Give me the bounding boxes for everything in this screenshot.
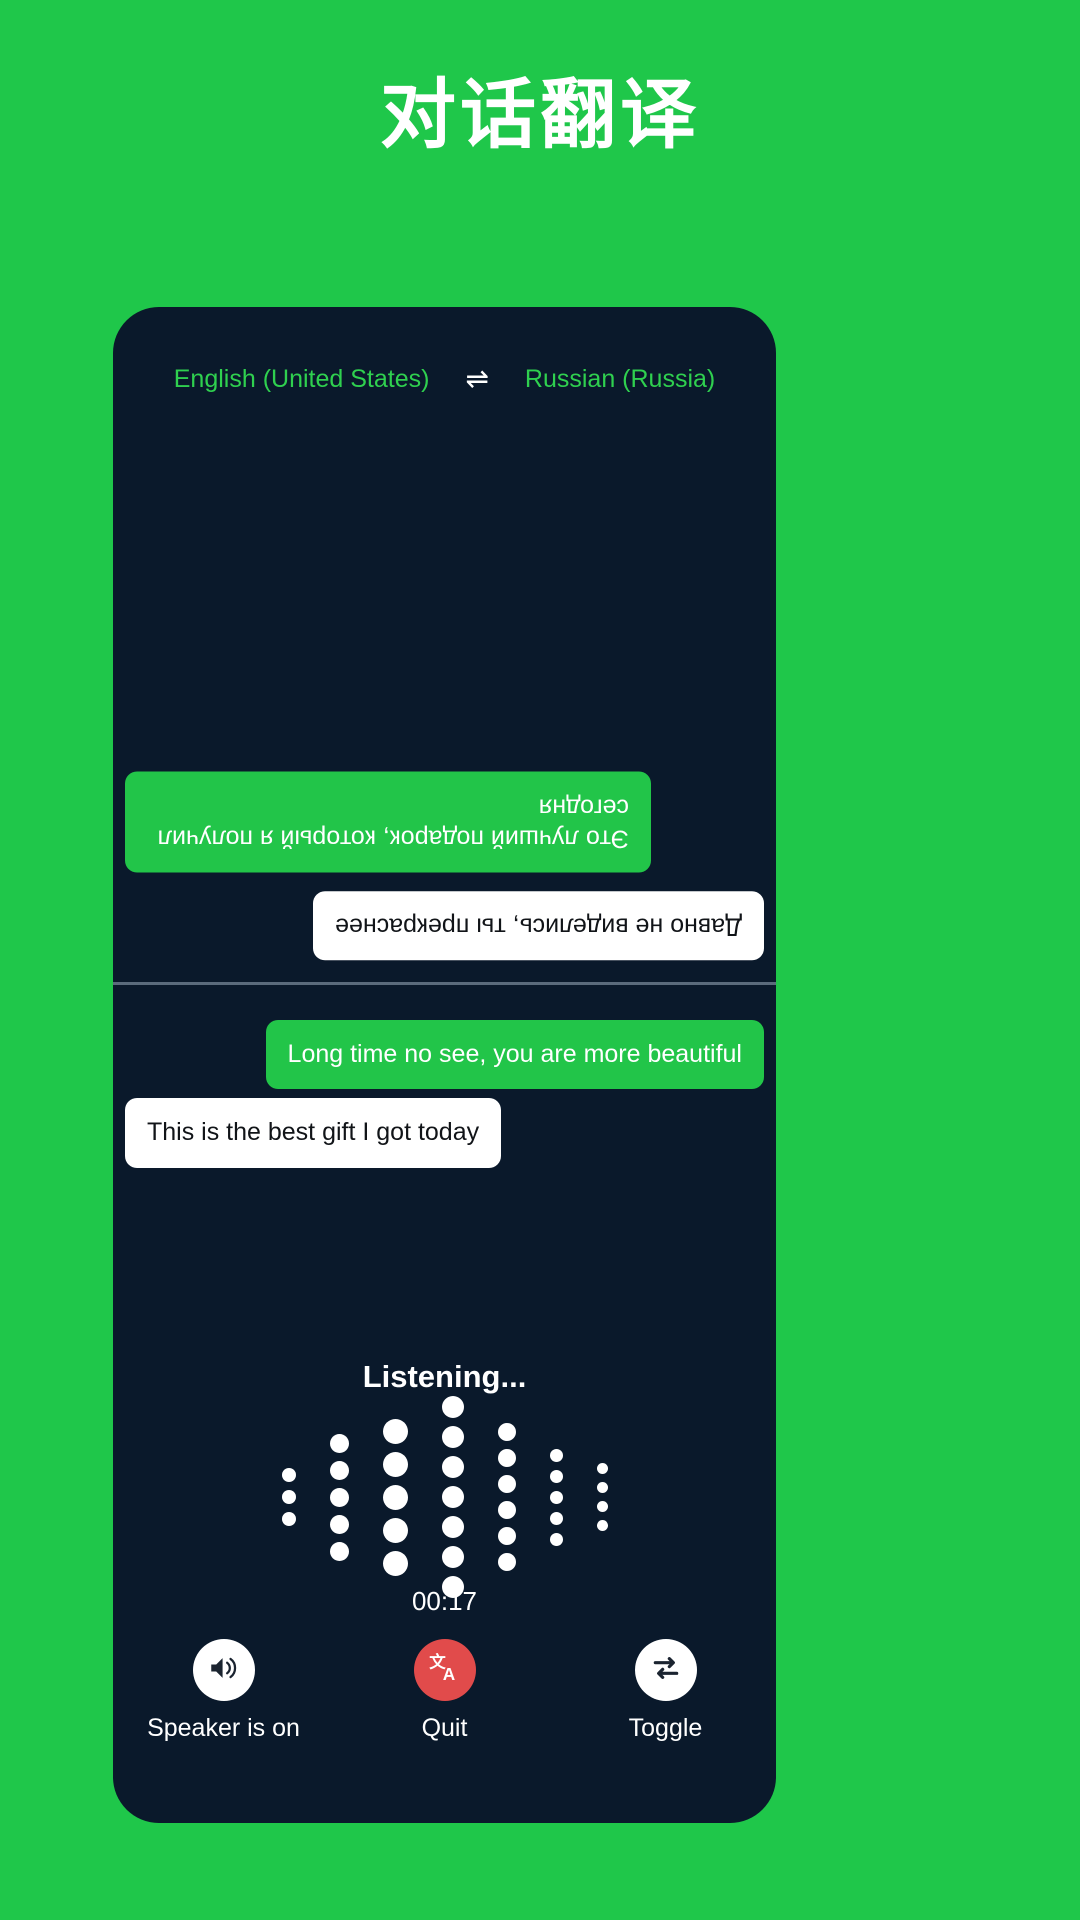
waveform-column (281, 1464, 296, 1530)
waveform-dot (549, 1532, 563, 1546)
waveform-column (329, 1430, 349, 1565)
message-row: Это лучший подарок, который я получил се… (113, 772, 776, 873)
waveform-dot (596, 1520, 608, 1531)
waveform-dot (329, 1460, 349, 1480)
quit-button-label: Quit (421, 1714, 468, 1742)
page-title: 对话翻译 (380, 73, 700, 158)
waveform-dot (441, 1486, 464, 1508)
message-bubble-en-1[interactable]: Long time no see, you are more beautiful (265, 1020, 764, 1090)
waveform-dot (382, 1484, 408, 1510)
waveform-dot (329, 1541, 349, 1561)
source-language-label[interactable]: English (United States) (174, 365, 430, 394)
pane-divider (113, 982, 776, 985)
waveform-dot (549, 1469, 563, 1483)
target-language-label[interactable]: Russian (Russia) (525, 365, 715, 394)
conversation-pane-top: Это лучший подарок, который я получил се… (113, 417, 776, 983)
message-row: Long time no see, you are more beautiful (113, 1020, 776, 1090)
toggle-button-circle[interactable] (634, 1639, 697, 1701)
waveform-dot (329, 1514, 349, 1534)
waveform-dot (549, 1511, 563, 1525)
waveform-dot (382, 1451, 408, 1477)
waveform-dot (382, 1550, 408, 1576)
waveform-dot (382, 1517, 408, 1543)
speaker-button-circle[interactable] (192, 1639, 255, 1701)
audio-waveform (113, 1396, 776, 1598)
waveform-dot (596, 1482, 608, 1493)
waveform-column (441, 1392, 464, 1602)
recording-timer: 00:17 (411, 1586, 478, 1616)
listening-status-label: Listening... (362, 1359, 527, 1394)
swap-repeat-icon (650, 1652, 682, 1689)
waveform-dot (329, 1487, 349, 1507)
waveform-dot (596, 1501, 608, 1512)
waveform-dot (441, 1396, 464, 1418)
speaker-button[interactable]: Speaker is on (124, 1639, 324, 1743)
waveform-dot (441, 1426, 464, 1448)
waveform-dot (281, 1512, 296, 1526)
speaker-on-icon (207, 1651, 241, 1690)
waveform-dot (497, 1475, 516, 1493)
message-bubble-ru-2[interactable]: Давно не виделись, ты прекраснее (313, 890, 764, 960)
quit-button-circle[interactable]: 文 A (413, 1639, 476, 1701)
toggle-button[interactable]: Toggle (566, 1639, 766, 1743)
waveform-dot (497, 1527, 516, 1545)
waveform-dot (497, 1553, 516, 1571)
waveform-dot (382, 1418, 408, 1444)
waveform-dot (441, 1516, 464, 1538)
waveform-dot (497, 1501, 516, 1519)
swap-languages-icon[interactable]: ⇌ (465, 365, 488, 393)
waveform-dot (441, 1546, 464, 1568)
svg-text:A: A (442, 1664, 454, 1684)
waveform-dot (281, 1468, 296, 1482)
waveform-dot (497, 1449, 516, 1467)
language-bar: English (United States) ⇌ Russian (Russi… (113, 357, 776, 401)
waveform-dot (549, 1448, 563, 1462)
message-row: Давно не виделись, ты прекраснее (113, 890, 776, 960)
message-bubble-en-2[interactable]: This is the best gift I got today (125, 1098, 502, 1168)
control-bar: Speaker is on 文 A Quit Toggle (113, 1639, 776, 1743)
waveform-dot (596, 1463, 608, 1474)
waveform-column (596, 1459, 608, 1535)
quit-button[interactable]: 文 A Quit (345, 1639, 545, 1743)
translate-icon: 文 A (427, 1650, 463, 1691)
conversation-pane-bottom: Long time no see, you are more beautiful… (113, 997, 776, 1177)
waveform-column (382, 1415, 408, 1580)
message-bubble-ru-1[interactable]: Это лучший подарок, который я получил се… (125, 772, 651, 873)
phone-card: English (United States) ⇌ Russian (Russi… (113, 307, 776, 1823)
waveform-dot (549, 1490, 563, 1504)
message-row: This is the best gift I got today (113, 1098, 776, 1168)
speaker-button-label: Speaker is on (147, 1714, 300, 1742)
toggle-button-label: Toggle (628, 1714, 703, 1742)
waveform-dot (329, 1433, 349, 1453)
waveform-dot (281, 1490, 296, 1504)
waveform-dot (441, 1456, 464, 1478)
waveform-column (497, 1419, 516, 1575)
waveform-dot (497, 1423, 516, 1441)
waveform-column (549, 1445, 563, 1550)
